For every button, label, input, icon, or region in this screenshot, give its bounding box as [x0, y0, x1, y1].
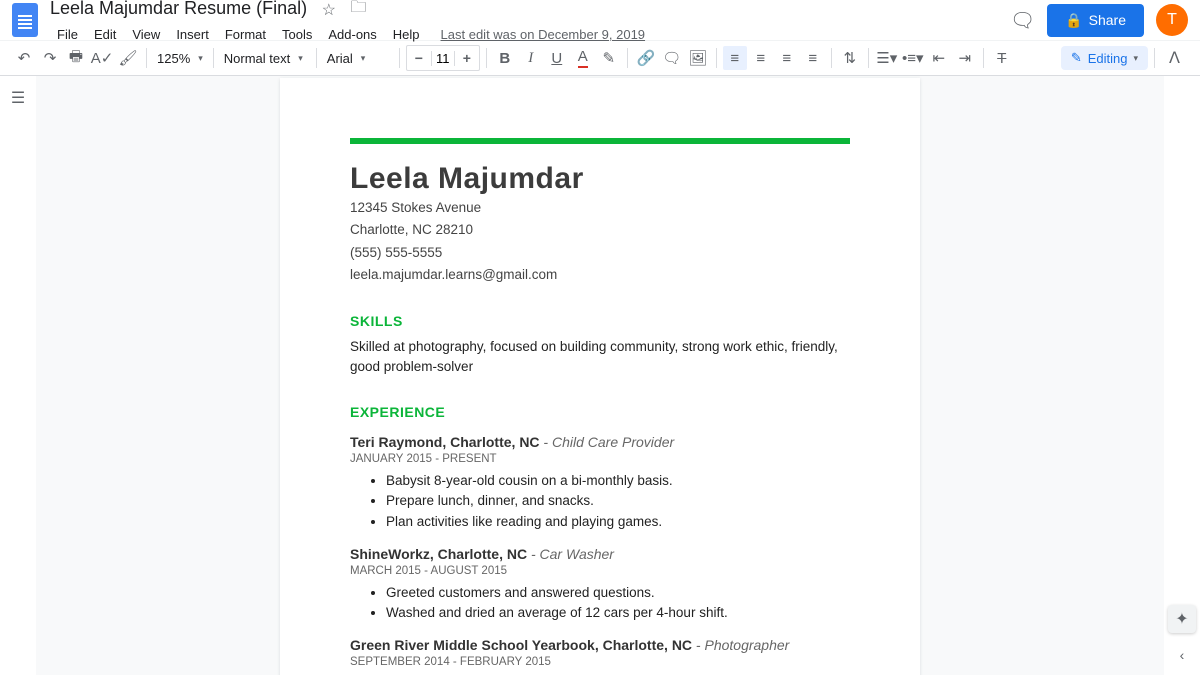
page[interactable]: Leela Majumdar 12345 Stokes Avenue Charl…: [280, 78, 920, 675]
decrease-font-icon[interactable]: −: [407, 46, 431, 70]
style-select[interactable]: Normal text: [220, 49, 310, 68]
job1-dates[interactable]: JANUARY 2015 - PRESENT: [350, 453, 850, 465]
right-panel: ✦ ‹: [1164, 76, 1200, 675]
job1-company: Teri Raymond, Charlotte, NC: [350, 434, 540, 450]
bulleted-list-icon[interactable]: •≡▾: [901, 46, 925, 70]
menu-file[interactable]: File: [50, 25, 85, 44]
link-icon[interactable]: 🔗: [634, 46, 658, 70]
line-spacing-icon[interactable]: ⇅: [838, 46, 862, 70]
spellcheck-icon[interactable]: A✓: [90, 46, 114, 70]
pencil-icon: ✎: [1071, 50, 1082, 66]
star-icon[interactable]: ☆: [322, 0, 336, 20]
text-color-icon[interactable]: A: [571, 46, 595, 70]
job3-company: Green River Middle School Yearbook, Char…: [350, 637, 692, 653]
phone[interactable]: (555) 555-5555: [350, 243, 850, 263]
explore-button[interactable]: ✦: [1168, 605, 1196, 633]
job1-bullets[interactable]: Babysit 8-year-old cousin on a bi-monthl…: [386, 471, 850, 532]
zoom-select[interactable]: 125%: [153, 49, 207, 68]
job2-role: - Car Washer: [527, 546, 614, 562]
clear-format-icon[interactable]: T: [990, 46, 1014, 70]
list-item[interactable]: Greeted customers and answered questions…: [386, 583, 850, 603]
lock-icon: 🔒: [1065, 12, 1082, 29]
docs-icon[interactable]: [12, 3, 38, 37]
list-item[interactable]: Plan activities like reading and playing…: [386, 512, 850, 532]
job1-role: - Child Care Provider: [540, 434, 675, 450]
resume-name[interactable]: Leela Majumdar: [350, 162, 850, 196]
job3-role: - Photographer: [692, 637, 789, 653]
list-item[interactable]: Prepare lunch, dinner, and snacks.: [386, 491, 850, 511]
align-justify-icon[interactable]: ≡: [801, 46, 825, 70]
document-title[interactable]: Leela Majumdar Resume (Final): [50, 0, 307, 19]
avatar[interactable]: T: [1156, 4, 1188, 36]
list-item[interactable]: Babysit 8-year-old cousin on a bi-monthl…: [386, 471, 850, 491]
decrease-indent-icon[interactable]: ⇤: [927, 46, 951, 70]
align-left-icon[interactable]: ≡: [723, 46, 747, 70]
font-size-stepper[interactable]: − +: [406, 45, 480, 71]
align-center-icon[interactable]: ≡: [749, 46, 773, 70]
header-bar: [350, 138, 850, 144]
comment-icon[interactable]: 🗨: [660, 46, 684, 70]
experience-heading[interactable]: EXPERIENCE: [350, 404, 850, 420]
undo-icon[interactable]: ↶: [12, 46, 36, 70]
bold-icon[interactable]: B: [493, 46, 517, 70]
skills-text[interactable]: Skilled at photography, focused on build…: [350, 337, 850, 376]
redo-icon[interactable]: ↷: [38, 46, 62, 70]
align-right-icon[interactable]: ≡: [775, 46, 799, 70]
job2-bullets[interactable]: Greeted customers and answered questions…: [386, 583, 850, 624]
share-label: Share: [1089, 12, 1126, 28]
job3-dates[interactable]: SEPTEMBER 2014 - FEBRUARY 2015: [350, 656, 850, 668]
share-button[interactable]: 🔒 Share: [1047, 4, 1144, 37]
menu-format[interactable]: Format: [218, 25, 273, 44]
menu-addons[interactable]: Add-ons: [321, 25, 383, 44]
list-item[interactable]: Washed and dried an average of 12 cars p…: [386, 603, 850, 623]
last-edit-link[interactable]: Last edit was on December 9, 2019: [441, 27, 646, 42]
address[interactable]: 12345 Stokes Avenue: [350, 198, 850, 218]
job2-company: ShineWorkz, Charlotte, NC: [350, 546, 527, 562]
menu-insert[interactable]: Insert: [169, 25, 216, 44]
font-select[interactable]: Arial: [323, 49, 393, 68]
email[interactable]: leela.majumdar.learns@gmail.com: [350, 265, 850, 285]
document-area[interactable]: Leela Majumdar 12345 Stokes Avenue Charl…: [36, 76, 1164, 675]
comments-icon[interactable]: 🗨: [1010, 8, 1035, 33]
menu-help[interactable]: Help: [386, 25, 427, 44]
menu-view[interactable]: View: [125, 25, 167, 44]
city-state[interactable]: Charlotte, NC 28210: [350, 220, 850, 240]
menu-tools[interactable]: Tools: [275, 25, 319, 44]
outline-icon[interactable]: ☰: [11, 88, 25, 675]
menu-edit[interactable]: Edit: [87, 25, 123, 44]
move-folder-icon[interactable]: 🗀: [350, 0, 366, 23]
menu-bar: File Edit View Insert Format Tools Add-o…: [50, 25, 1010, 44]
numbered-list-icon[interactable]: ☰▾: [875, 46, 899, 70]
print-icon[interactable]: 🖶: [64, 46, 88, 70]
skills-heading[interactable]: SKILLS: [350, 313, 850, 329]
image-icon[interactable]: 🖼: [686, 46, 710, 70]
toolbar: ↶ ↷ 🖶 A✓ 🖌 125% Normal text Arial − + B …: [0, 40, 1200, 76]
increase-indent-icon[interactable]: ⇥: [953, 46, 977, 70]
collapse-toolbar-icon[interactable]: ᐱ: [1161, 48, 1188, 68]
editing-mode-button[interactable]: ✎ Editing ▾: [1061, 46, 1148, 70]
app-header: Leela Majumdar Resume (Final) ☆ 🗀 File E…: [0, 0, 1200, 40]
job2-dates[interactable]: MARCH 2015 - AUGUST 2015: [350, 565, 850, 577]
font-size-input[interactable]: [431, 51, 455, 66]
increase-font-icon[interactable]: +: [455, 46, 479, 70]
paint-format-icon[interactable]: 🖌: [116, 46, 140, 70]
italic-icon[interactable]: I: [519, 46, 543, 70]
underline-icon[interactable]: U: [545, 46, 569, 70]
outline-panel: ☰: [0, 76, 36, 675]
side-panel-toggle-icon[interactable]: ‹: [1180, 647, 1185, 663]
job3-header[interactable]: Green River Middle School Yearbook, Char…: [350, 637, 850, 653]
job1-header[interactable]: Teri Raymond, Charlotte, NC - Child Care…: [350, 434, 850, 450]
highlight-icon[interactable]: ✎: [597, 46, 621, 70]
editing-label: Editing: [1088, 51, 1128, 66]
job2-header[interactable]: ShineWorkz, Charlotte, NC - Car Washer: [350, 546, 850, 562]
